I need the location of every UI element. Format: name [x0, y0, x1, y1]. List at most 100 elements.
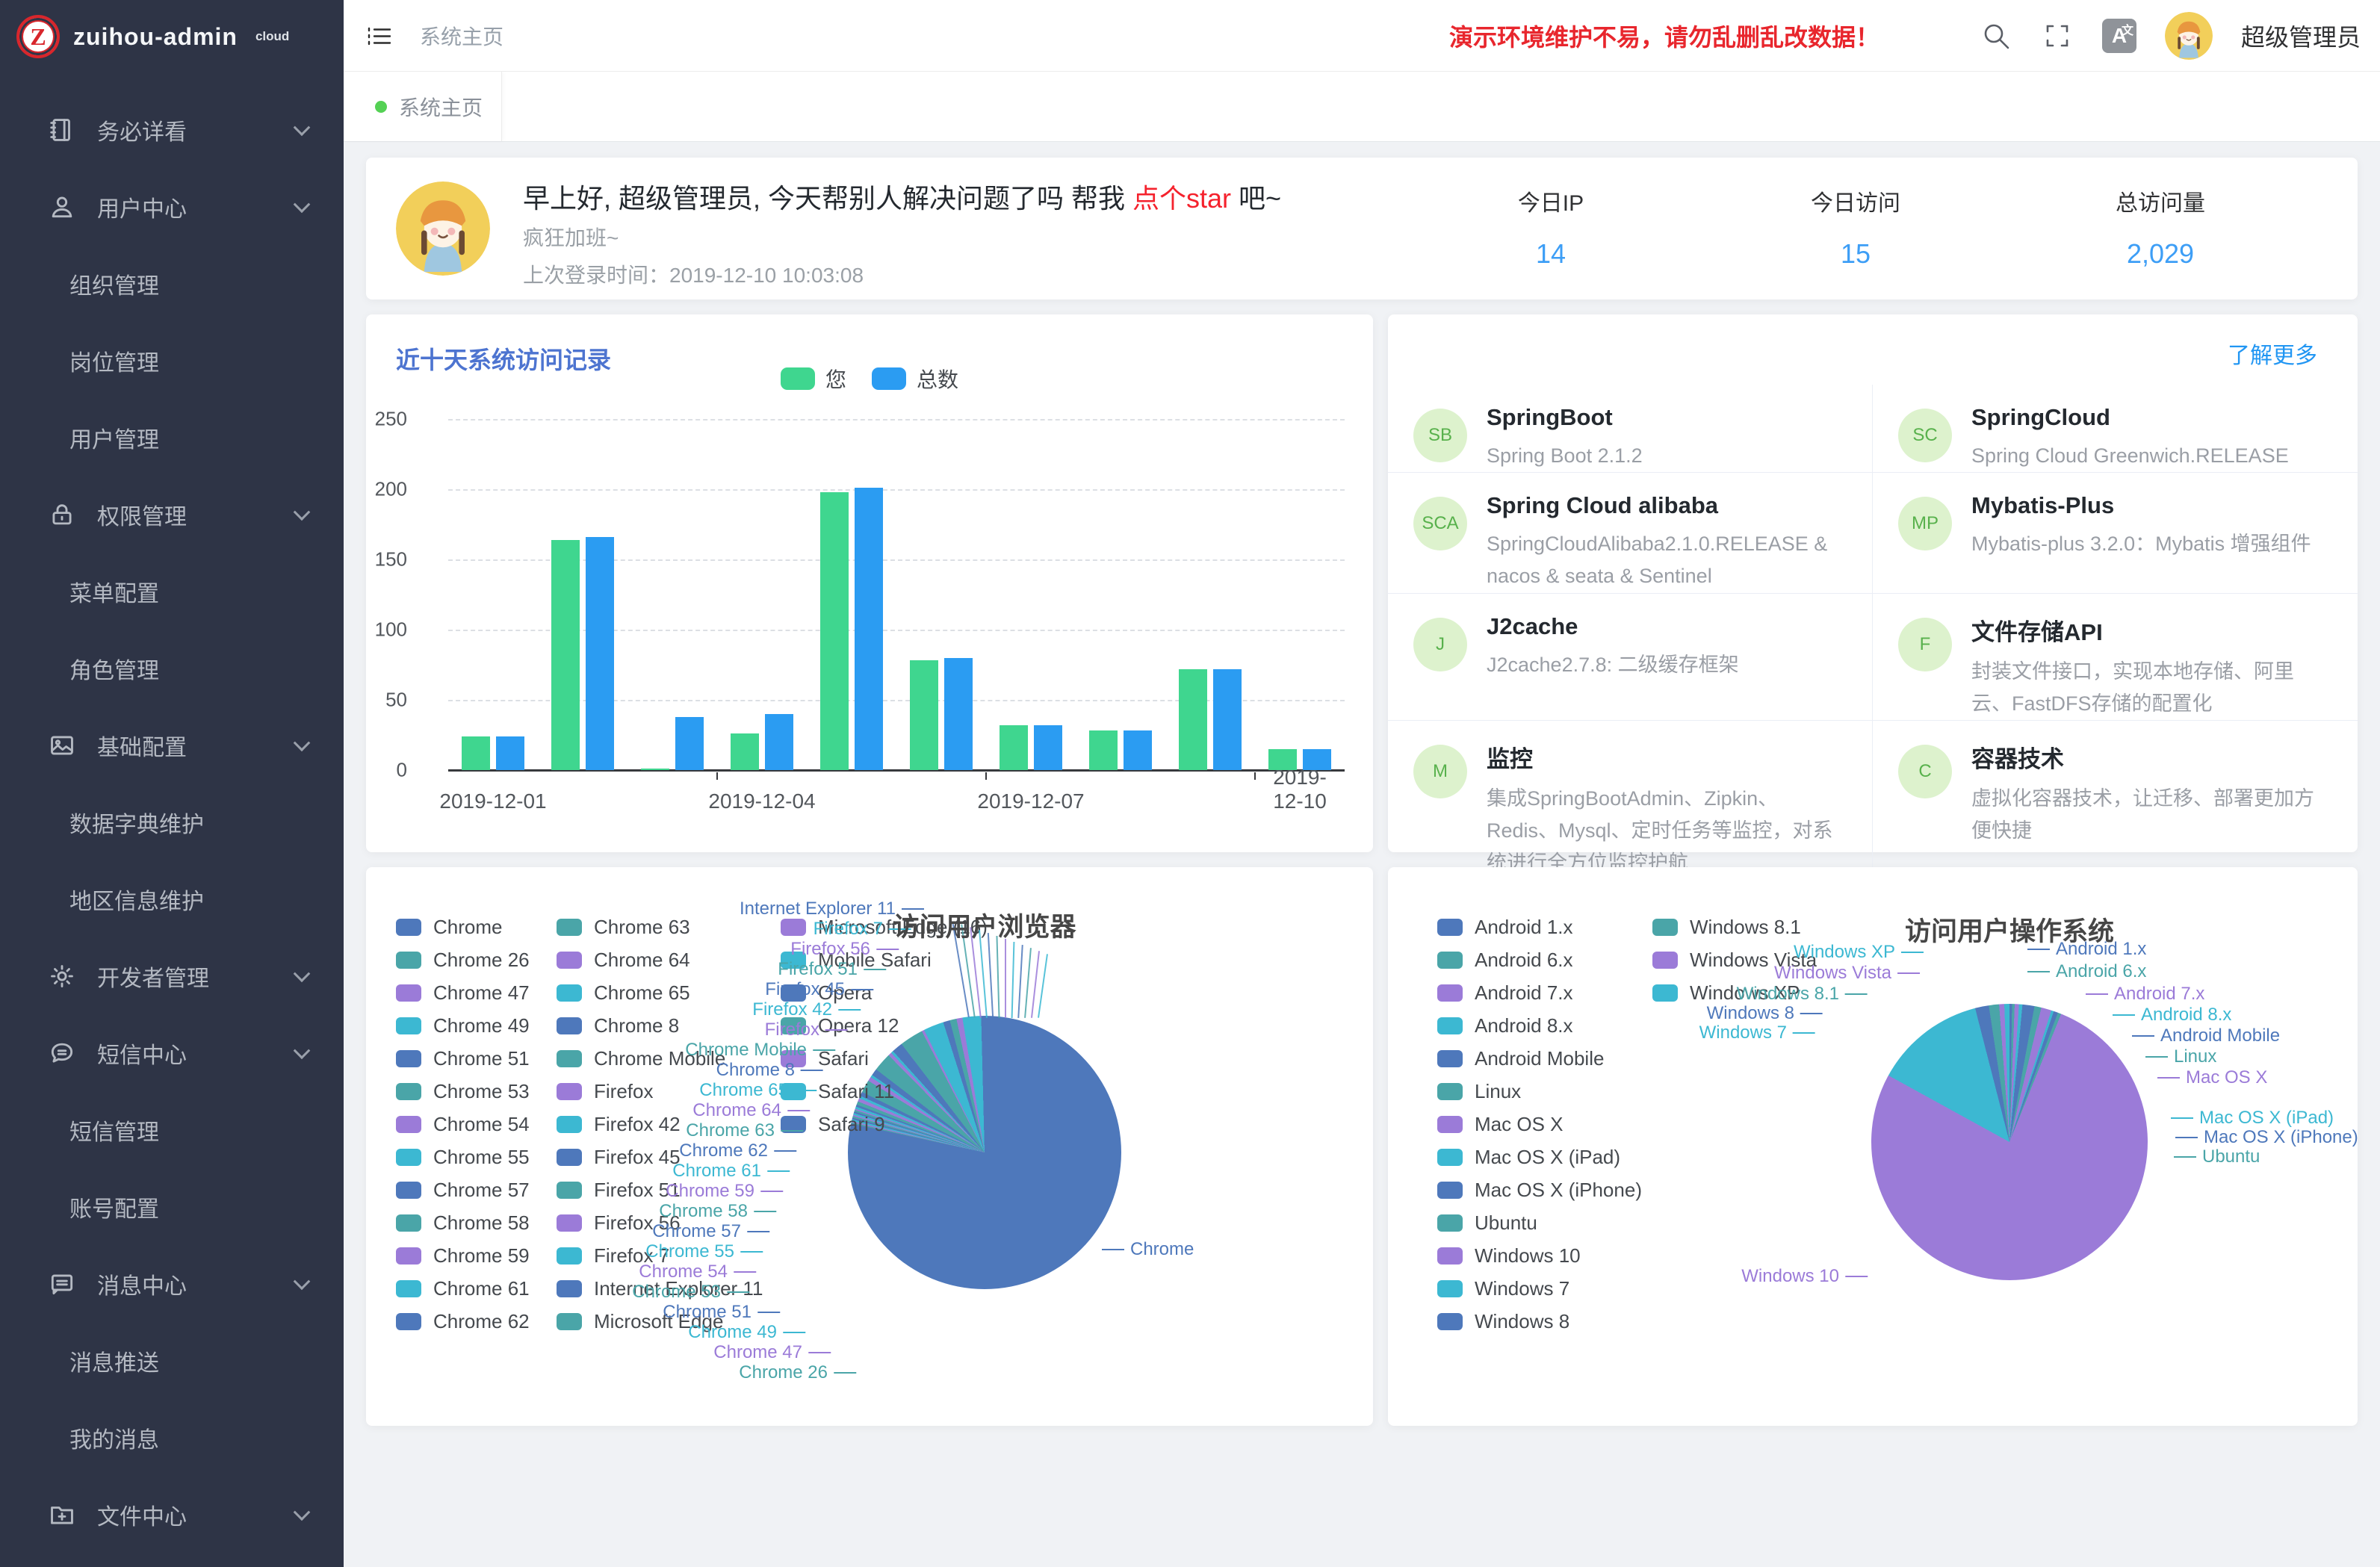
- legend-item[interactable]: Chrome 65: [557, 976, 763, 1009]
- sidebar-item-6[interactable]: 短信中心: [0, 1014, 344, 1091]
- legend-item[interactable]: Windows 7: [1437, 1272, 1642, 1305]
- legend-item[interactable]: Chrome 49: [396, 1009, 530, 1042]
- legend-label: Android Mobile: [1475, 1047, 1604, 1070]
- legend-item[interactable]: 总数: [872, 364, 958, 394]
- search-icon[interactable]: [1980, 19, 2012, 52]
- tech-desc: SpringCloudAlibaba2.1.0.RELEASE & nacos …: [1487, 528, 1842, 592]
- legend-item[interactable]: Chrome 62: [396, 1305, 530, 1338]
- chevron-down-icon: [294, 196, 311, 213]
- fullscreen-icon[interactable]: [2041, 19, 2074, 52]
- sidebar-subitem-label: 岗位管理: [69, 344, 159, 377]
- legend-item[interactable]: Chrome 51: [396, 1042, 530, 1075]
- language-icon[interactable]: A文: [2102, 19, 2136, 53]
- pie-slice-label: Windows 8.1: [1737, 984, 1868, 1005]
- sidebar-subitem[interactable]: 账号配置: [0, 1168, 344, 1245]
- bar-group: [538, 537, 627, 770]
- sidebar-item-1[interactable]: 务必详看: [0, 91, 344, 168]
- legend-item[interactable]: Chrome 61: [396, 1272, 530, 1305]
- legend-label: Windows 8.1: [1690, 916, 1801, 939]
- legend-swatch: [396, 1247, 421, 1265]
- legend-item[interactable]: Windows 10: [1437, 1239, 1642, 1272]
- star-link[interactable]: 点个star: [1132, 183, 1231, 214]
- legend-swatch: [557, 984, 582, 1002]
- legend-item[interactable]: Chrome 64: [557, 943, 763, 976]
- sidebar-item-4[interactable]: 基础配置: [0, 707, 344, 784]
- legend-item[interactable]: 您: [781, 364, 846, 394]
- legend-item[interactable]: Chrome 57: [396, 1173, 530, 1206]
- bar-您: [641, 769, 669, 770]
- avatar[interactable]: [2165, 12, 2213, 60]
- legend-item[interactable]: Windows 8.1: [1652, 910, 1817, 943]
- legend-item[interactable]: Chrome 8: [557, 1009, 763, 1042]
- menu-collapse-icon[interactable]: [365, 21, 394, 51]
- pie-label-text: Internet Explorer 11: [740, 899, 896, 919]
- learn-more-link[interactable]: 了解更多: [2228, 337, 2317, 370]
- sidebar-subitem[interactable]: 用户管理: [0, 399, 344, 476]
- sidebar-subitem[interactable]: 地区信息维护: [0, 860, 344, 937]
- sidebar-subitem[interactable]: 角色管理: [0, 630, 344, 707]
- legend-item[interactable]: Windows 8: [1437, 1305, 1642, 1338]
- sidebar-subitem[interactable]: 消息推送: [0, 1322, 344, 1399]
- sidebar-item-label: 权限管理: [97, 498, 187, 531]
- sidebar-subitem[interactable]: 短信管理: [0, 1091, 344, 1168]
- legend-label: Chrome 8: [594, 1014, 679, 1037]
- chevron-down-icon: [294, 1504, 311, 1521]
- legend-swatch: [396, 984, 421, 1002]
- legend-item[interactable]: Chrome 63: [557, 910, 763, 943]
- pie-slice-label: Firefox 45: [765, 979, 873, 1000]
- logo-icon: Z: [16, 15, 60, 58]
- legend-item[interactable]: Android 6.x: [1437, 943, 1642, 976]
- sidebar-subitem[interactable]: 我的消息: [0, 1399, 344, 1476]
- legend-item[interactable]: Mac OS X (iPhone): [1437, 1173, 1642, 1206]
- legend-item[interactable]: Android 1.x: [1437, 910, 1642, 943]
- picture-icon: [48, 731, 76, 760]
- pie-label-text: Firefox 56: [790, 939, 870, 960]
- legend-item[interactable]: Chrome 55: [396, 1141, 530, 1173]
- pie-slice-label: Chrome 49: [688, 1322, 805, 1343]
- legend-item[interactable]: Chrome 47: [396, 976, 530, 1009]
- pie-title: 访问用户操作系统: [1905, 910, 2114, 949]
- legend-item[interactable]: Android Mobile: [1437, 1042, 1642, 1075]
- sidebar-subitem[interactable]: 菜单配置: [0, 553, 344, 630]
- legend-swatch: [1437, 1017, 1463, 1034]
- legend-item[interactable]: Chrome 26: [396, 943, 530, 976]
- sidebar-item-7[interactable]: 消息中心: [0, 1245, 344, 1322]
- chevron-down-icon: [294, 1273, 311, 1290]
- username[interactable]: 超级管理员: [2241, 19, 2361, 53]
- sidebar-item-5[interactable]: 开发者管理: [0, 937, 344, 1014]
- sidebar-subitem[interactable]: 组织管理: [0, 245, 344, 322]
- sidebar-item-3[interactable]: 权限管理: [0, 476, 344, 553]
- legend-label: Ubuntu: [1475, 1211, 1537, 1235]
- legend-item[interactable]: Chrome 58: [396, 1206, 530, 1239]
- legend-item[interactable]: Mac OS X (iPad): [1437, 1141, 1642, 1173]
- sidebar-subitem-label: 账号配置: [69, 1191, 159, 1223]
- legend-label: Mac OS X (iPad): [1475, 1146, 1620, 1169]
- legend-swatch: [557, 1083, 582, 1100]
- legend-item[interactable]: Chrome 53: [396, 1075, 530, 1108]
- legend-label: Chrome: [433, 916, 502, 939]
- sidebar-subitem[interactable]: 数据字典维护: [0, 784, 344, 860]
- legend-swatch: [1437, 1182, 1463, 1199]
- pie-label-line: [2027, 971, 2050, 972]
- breadcrumb[interactable]: 系统主页: [420, 21, 503, 51]
- pie-label-line: [834, 1372, 856, 1374]
- legend-item[interactable]: Chrome 54: [396, 1108, 530, 1141]
- pie-slice-label: Chrome 58: [659, 1201, 776, 1222]
- pie-label-text: Chrome 51: [663, 1302, 752, 1323]
- sidebar-subitem[interactable]: 岗位管理: [0, 322, 344, 399]
- legend-item[interactable]: Ubuntu: [1437, 1206, 1642, 1239]
- sidebar-item-8[interactable]: 文件中心: [0, 1476, 344, 1553]
- last-login-time: 2019-12-10 10:03:08: [669, 264, 864, 287]
- legend-item[interactable]: Mac OS X: [1437, 1108, 1642, 1141]
- legend-item[interactable]: Android 7.x: [1437, 976, 1642, 1009]
- legend-item[interactable]: Chrome: [396, 910, 530, 943]
- legend-item[interactable]: Chrome 59: [396, 1239, 530, 1272]
- sidebar-item-2[interactable]: 用户中心: [0, 168, 344, 245]
- tab-home[interactable]: 系统主页: [344, 72, 502, 141]
- pie-label-text: Android 6.x: [2056, 961, 2146, 982]
- stat-value: 15: [1703, 238, 2008, 270]
- legend-item[interactable]: Android 8.x: [1437, 1009, 1642, 1042]
- legend-item[interactable]: Linux: [1437, 1075, 1642, 1108]
- legend-swatch: [557, 1247, 582, 1265]
- legend-item[interactable]: Safari 9: [781, 1108, 988, 1141]
